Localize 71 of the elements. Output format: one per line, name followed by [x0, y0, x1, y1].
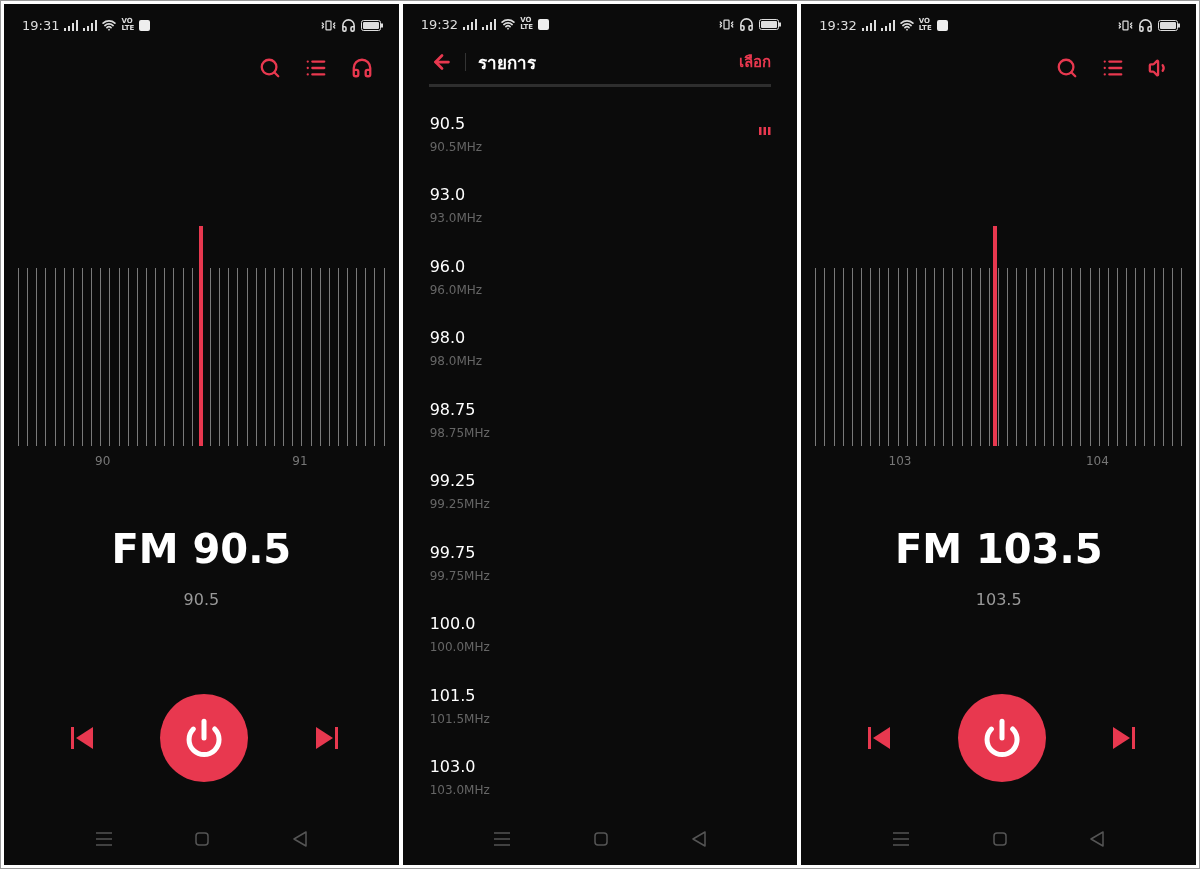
- battery-icon: [759, 18, 782, 30]
- station-name[interactable]: 99.25: [429, 470, 490, 493]
- station-frequency: 99.75MHz: [429, 567, 490, 584]
- station-title: FM 90.5: [110, 525, 293, 573]
- skip-forward-icon[interactable]: [1112, 726, 1136, 750]
- signal-icon: [64, 19, 79, 31]
- home-nav-button[interactable]: [594, 832, 608, 847]
- search-button[interactable]: [1056, 57, 1078, 79]
- station-title: FM 103.5: [893, 525, 1104, 573]
- station-name[interactable]: 93.0: [429, 184, 483, 207]
- scale-label: 103: [888, 454, 912, 470]
- station-frequency: 90.5MHz: [429, 138, 483, 155]
- headphones-button[interactable]: [350, 57, 373, 79]
- station-frequency: 93.0MHz: [429, 210, 483, 227]
- tuning-needle[interactable]: [199, 226, 204, 446]
- station-name[interactable]: 98.0: [429, 327, 483, 350]
- notification-icon: [936, 19, 948, 31]
- notification-icon: [538, 18, 549, 30]
- station-frequency: 96.0MHz: [429, 281, 483, 298]
- home-nav-button[interactable]: [195, 832, 210, 846]
- headphones-icon: [340, 17, 356, 33]
- station-name[interactable]: 90.5: [429, 112, 483, 135]
- list-button[interactable]: [304, 57, 327, 79]
- skip-forward-icon[interactable]: [314, 726, 339, 750]
- signal-icon: [482, 18, 497, 30]
- skip-back-icon[interactable]: [70, 726, 94, 750]
- station-name[interactable]: 96.0: [429, 255, 483, 278]
- back-nav-button[interactable]: [292, 831, 307, 847]
- battery-icon: [1158, 19, 1180, 31]
- scale-label: 104: [1085, 454, 1109, 470]
- back-nav-button[interactable]: [691, 831, 706, 848]
- station-frequency: 103.5: [974, 590, 1023, 610]
- signal-icon: [880, 19, 895, 31]
- wifi-icon: [501, 17, 516, 32]
- headphones-icon: [739, 16, 755, 32]
- power-icon: [184, 718, 225, 758]
- page-title: รายการ: [477, 51, 536, 75]
- vibrate-icon: [320, 17, 336, 33]
- select-button[interactable]: เลือก: [739, 50, 772, 75]
- list-button[interactable]: [1102, 57, 1124, 79]
- status-time: 19:31: [22, 17, 60, 33]
- station-name[interactable]: 98.75: [429, 398, 490, 421]
- home-nav-button[interactable]: [992, 832, 1007, 846]
- status-time: 19:32: [420, 16, 459, 32]
- back-nav-button[interactable]: [1090, 831, 1105, 847]
- signal-icon: [463, 18, 478, 30]
- station-frequency: 103.0MHz: [429, 782, 490, 799]
- skip-back-icon[interactable]: [867, 726, 892, 750]
- vibrate-icon: [1118, 17, 1133, 33]
- station-name[interactable]: 101.5: [429, 684, 490, 707]
- signal-icon: [861, 19, 876, 31]
- station-frequency: 90.5: [182, 590, 221, 610]
- station-name[interactable]: 100.0: [429, 613, 490, 636]
- station-frequency: 98.0MHz: [429, 353, 483, 370]
- vibrate-icon: [719, 16, 735, 32]
- station-name[interactable]: 103.0: [429, 756, 490, 779]
- station-frequency: 99.25MHz: [429, 496, 490, 513]
- scale-label: 91: [292, 454, 308, 470]
- scale-label: 90: [95, 454, 111, 470]
- station-frequency: 98.75MHz: [429, 424, 490, 441]
- battery-icon: [360, 19, 383, 31]
- headphones-icon: [1138, 17, 1153, 33]
- station-name[interactable]: 99.75: [429, 541, 490, 564]
- wifi-icon: [899, 18, 914, 32]
- station-frequency: 101.5MHz: [429, 710, 490, 727]
- signal-icon: [83, 19, 98, 31]
- wifi-icon: [102, 18, 117, 32]
- notification-icon: [139, 19, 151, 31]
- status-time: 19:32: [819, 17, 857, 33]
- station-frequency: 100.0MHz: [429, 639, 490, 656]
- search-button[interactable]: [258, 57, 281, 79]
